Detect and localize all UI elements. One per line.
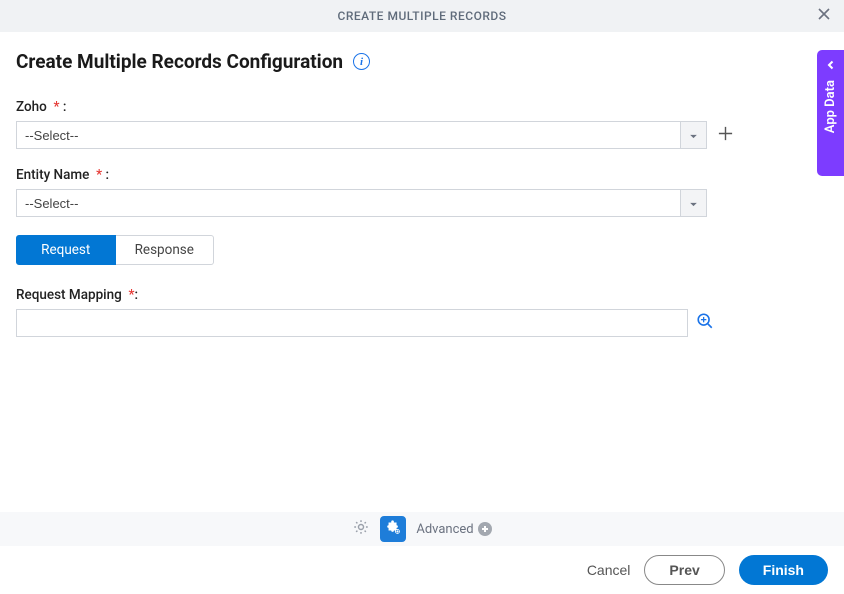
cancel-button[interactable]: Cancel (587, 562, 631, 578)
required-marker: * (54, 99, 60, 115)
advanced-label-text: Advanced (416, 522, 473, 537)
settings-button[interactable] (352, 518, 370, 540)
close-icon (816, 6, 832, 26)
button-label: Finish (763, 562, 804, 578)
prev-button[interactable]: Prev (644, 555, 724, 585)
toolbar-bottom: Advanced (0, 512, 844, 546)
page-title-row: Create Multiple Records Configuration i (16, 50, 828, 73)
chevron-left-icon (826, 58, 836, 74)
select-entity-name[interactable] (16, 189, 707, 217)
search-target-icon (696, 312, 714, 334)
label-colon: : (135, 287, 139, 303)
select-zoho-input[interactable] (16, 121, 680, 149)
field-entity-name: Entity Name * : (16, 167, 828, 217)
tab-label: Response (135, 242, 194, 258)
field-zoho-label: Zoho * : (16, 99, 828, 115)
field-zoho-row (16, 121, 828, 149)
page-title: Create Multiple Records Configuration (16, 50, 343, 73)
finish-button[interactable]: Finish (739, 555, 828, 585)
label-text: Request Mapping (16, 287, 122, 303)
extension-button[interactable] (380, 516, 406, 542)
dialog-content: Create Multiple Records Configuration i … (0, 32, 844, 371)
field-request-mapping: Request Mapping *: (16, 287, 828, 337)
button-label: Cancel (587, 562, 631, 578)
field-entity-name-row (16, 189, 828, 217)
mapping-lookup-button[interactable] (696, 312, 714, 334)
label-colon: : (105, 167, 109, 183)
footer: Cancel Prev Finish (0, 546, 844, 594)
request-mapping-input[interactable] (16, 309, 688, 337)
gear-icon (352, 518, 370, 540)
plus-icon (717, 123, 734, 147)
label-colon: : (63, 99, 67, 115)
request-mapping-row (16, 309, 828, 337)
required-marker: * (96, 167, 102, 183)
field-zoho: Zoho * : (16, 99, 828, 149)
label-text: Entity Name (16, 167, 89, 183)
select-entity-name-arrow[interactable] (680, 189, 707, 217)
tabs: Request Response (16, 235, 214, 265)
button-label: Prev (669, 562, 699, 578)
dialog-header: CREATE MULTIPLE RECORDS (0, 0, 844, 32)
select-entity-name-input[interactable] (16, 189, 680, 217)
field-request-mapping-label: Request Mapping *: (16, 287, 828, 303)
dialog-title: CREATE MULTIPLE RECORDS (337, 9, 506, 23)
side-panel-label: App Data (823, 80, 838, 133)
info-icon[interactable]: i (353, 53, 370, 70)
label-text: Zoho (16, 99, 47, 115)
chevron-down-icon (689, 195, 698, 211)
puzzle-icon (385, 519, 401, 539)
tab-label: Request (41, 242, 90, 258)
select-zoho[interactable] (16, 121, 707, 149)
advanced-toggle[interactable]: Advanced (416, 522, 491, 537)
chevron-down-icon (689, 127, 698, 143)
select-zoho-arrow[interactable] (680, 121, 707, 149)
close-button[interactable] (816, 6, 832, 26)
add-zoho-button[interactable] (717, 123, 734, 147)
tab-request[interactable]: Request (16, 235, 116, 265)
plus-circle-icon (478, 522, 492, 536)
side-panel-app-data[interactable]: App Data (817, 50, 844, 176)
field-entity-name-label: Entity Name * : (16, 167, 828, 183)
tab-response[interactable]: Response (116, 235, 215, 265)
